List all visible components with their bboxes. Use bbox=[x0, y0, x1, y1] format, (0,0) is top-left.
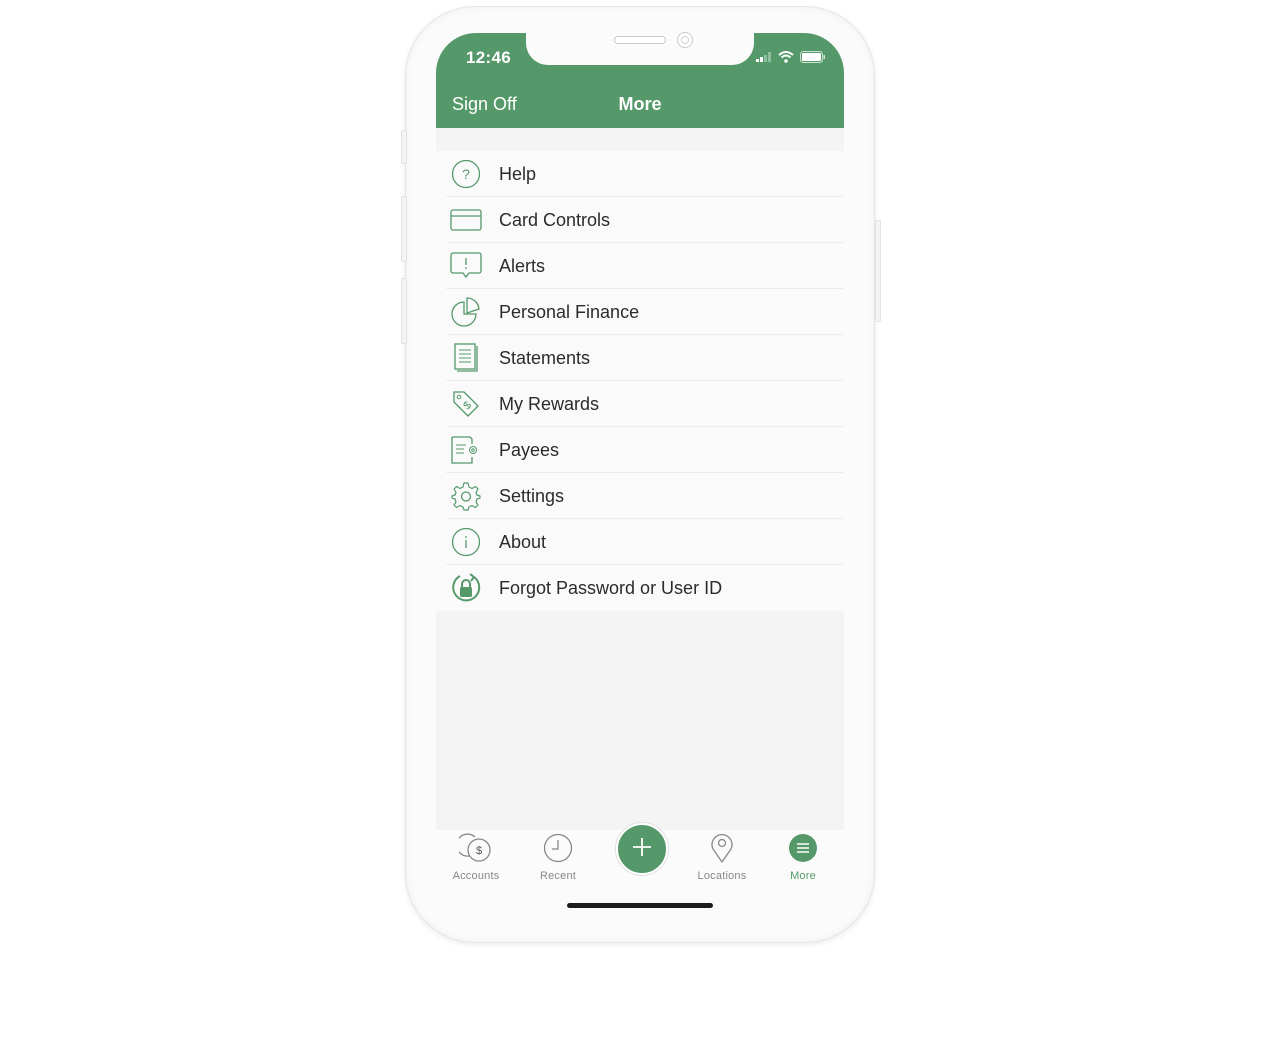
menu-item-label: About bbox=[499, 532, 547, 552]
coins-icon: $ bbox=[455, 832, 493, 869]
status-time: 12:46 bbox=[466, 48, 511, 67]
menu-item-label: My Rewards bbox=[499, 394, 600, 414]
svg-text:$: $ bbox=[476, 845, 482, 857]
card-icon bbox=[450, 205, 482, 235]
tab-more[interactable]: More bbox=[768, 833, 838, 882]
pie-chart-icon bbox=[450, 297, 482, 327]
front-camera bbox=[677, 32, 693, 48]
tab-label: Accounts bbox=[452, 870, 500, 882]
menu-item-help[interactable]: ? Help bbox=[436, 151, 844, 197]
menu-item-label: Forgot Password or User ID bbox=[499, 578, 723, 598]
menu-item-forgot-password[interactable]: Forgot Password or User ID bbox=[436, 565, 844, 611]
tab-label: Locations bbox=[697, 870, 747, 882]
help-icon: ? bbox=[450, 159, 482, 189]
svg-text:?: ? bbox=[462, 166, 470, 182]
lock-refresh-icon bbox=[450, 573, 482, 603]
tab-accounts[interactable]: $ Accounts bbox=[441, 832, 511, 882]
app-screen: 12:46 Sign Off More ? Help Card Controls… bbox=[436, 33, 844, 830]
menu-item-label: Card Controls bbox=[499, 210, 611, 230]
alert-icon bbox=[450, 251, 482, 281]
menu-item-about[interactable]: About bbox=[436, 519, 844, 565]
menu-item-payees[interactable]: Payees bbox=[436, 427, 844, 473]
menu-item-label: Alerts bbox=[499, 256, 546, 276]
page-title: More bbox=[618, 94, 662, 114]
battery-icon bbox=[800, 51, 825, 63]
menu-item-statements[interactable]: Statements bbox=[436, 335, 844, 381]
power-button bbox=[875, 220, 881, 322]
wifi-icon bbox=[778, 51, 794, 63]
clock-icon bbox=[543, 833, 573, 868]
menu-item-personal-finance[interactable]: Personal Finance bbox=[436, 289, 844, 335]
add-button[interactable] bbox=[616, 823, 668, 875]
tab-label: Recent bbox=[539, 870, 577, 882]
svg-text:$: $ bbox=[461, 399, 474, 412]
menu-item-my-rewards[interactable]: $ My Rewards bbox=[436, 381, 844, 427]
volume-up-button bbox=[401, 196, 407, 262]
status-icons bbox=[756, 51, 826, 63]
menu-item-label: Statements bbox=[499, 348, 591, 368]
more-menu-list: ? Help Card Controls Alerts Personal Fin… bbox=[436, 151, 844, 611]
tab-label: More bbox=[790, 870, 816, 882]
menu-icon bbox=[788, 833, 818, 868]
menu-item-label: Help bbox=[499, 164, 537, 184]
speaker bbox=[614, 36, 666, 44]
home-indicator[interactable] bbox=[567, 903, 713, 908]
tab-recent[interactable]: Recent bbox=[523, 833, 593, 882]
map-pin-icon bbox=[710, 832, 734, 869]
volume-down-button bbox=[401, 278, 407, 344]
nav-header: 12:46 Sign Off More bbox=[436, 33, 844, 128]
menu-item-label: Personal Finance bbox=[499, 302, 640, 322]
document-icon bbox=[450, 343, 482, 373]
menu-item-alerts[interactable]: Alerts bbox=[436, 243, 844, 289]
signal-icon bbox=[756, 52, 771, 62]
tab-locations[interactable]: Locations bbox=[687, 832, 757, 882]
menu-item-label: Payees bbox=[499, 440, 560, 460]
gear-icon bbox=[450, 481, 482, 511]
info-icon bbox=[450, 527, 482, 557]
plus-icon bbox=[631, 836, 653, 863]
mute-switch bbox=[401, 130, 407, 164]
payees-icon bbox=[450, 435, 482, 465]
menu-item-label: Settings bbox=[499, 486, 565, 506]
price-tag-icon: $ bbox=[450, 389, 482, 419]
menu-item-settings[interactable]: Settings bbox=[436, 473, 844, 519]
menu-item-card-controls[interactable]: Card Controls bbox=[436, 197, 844, 243]
